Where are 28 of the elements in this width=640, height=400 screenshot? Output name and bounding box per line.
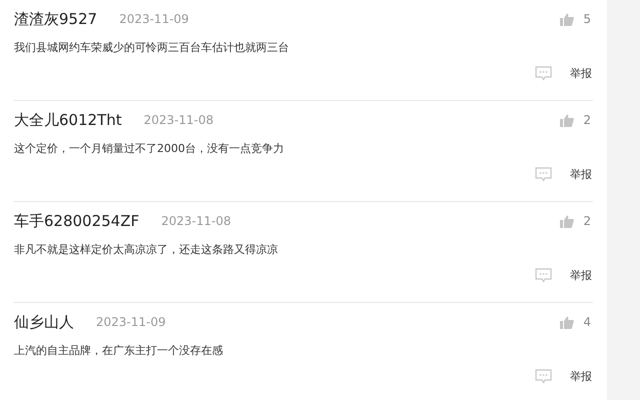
like-count: 2 — [583, 113, 591, 127]
thumbs-up-icon[interactable] — [560, 316, 574, 328]
comment-icon[interactable] — [535, 66, 552, 81]
comment-text: 我们县城网约车荣威少的可怜两三百台车估计也就两三台 — [14, 40, 290, 55]
comment-text: 这个定价，一个月销量过不了2000台，没有一点竞争力 — [14, 141, 285, 156]
comment-icon[interactable] — [535, 369, 552, 384]
report-link[interactable]: 举报 — [570, 66, 592, 81]
like-count: 5 — [583, 12, 591, 26]
report-link[interactable]: 举报 — [570, 369, 592, 384]
username[interactable]: 大全儿6012Tht — [14, 110, 122, 130]
thumbs-up-icon[interactable] — [560, 214, 574, 228]
report-link[interactable]: 举报 — [570, 167, 592, 182]
comment-date: 2023-11-09 — [119, 12, 189, 26]
comment-date: 2023-11-08 — [144, 113, 214, 127]
like-count: 4 — [583, 315, 591, 329]
thumbs-up-icon[interactable] — [560, 12, 574, 26]
comment-date: 2023-11-08 — [161, 214, 232, 228]
comment-date: 2023-11-09 — [96, 315, 166, 329]
comment-icon[interactable] — [535, 167, 552, 182]
username[interactable]: 渣渣灰9527 — [14, 10, 98, 28]
username[interactable]: 车手62800254ZF — [14, 212, 140, 230]
like-count: 2 — [583, 214, 591, 228]
report-link[interactable]: 举报 — [570, 268, 592, 283]
thumbs-up-icon[interactable] — [560, 114, 574, 126]
username[interactable]: 仙乡山人 — [14, 312, 74, 332]
comment-icon[interactable] — [535, 268, 552, 283]
comment-text: 上汽的自主品牌，在广东主打一个没存在感 — [14, 343, 224, 358]
comment-text: 非凡不就是这样定价太高凉凉了，还走这条路又得凉凉 — [14, 242, 279, 257]
